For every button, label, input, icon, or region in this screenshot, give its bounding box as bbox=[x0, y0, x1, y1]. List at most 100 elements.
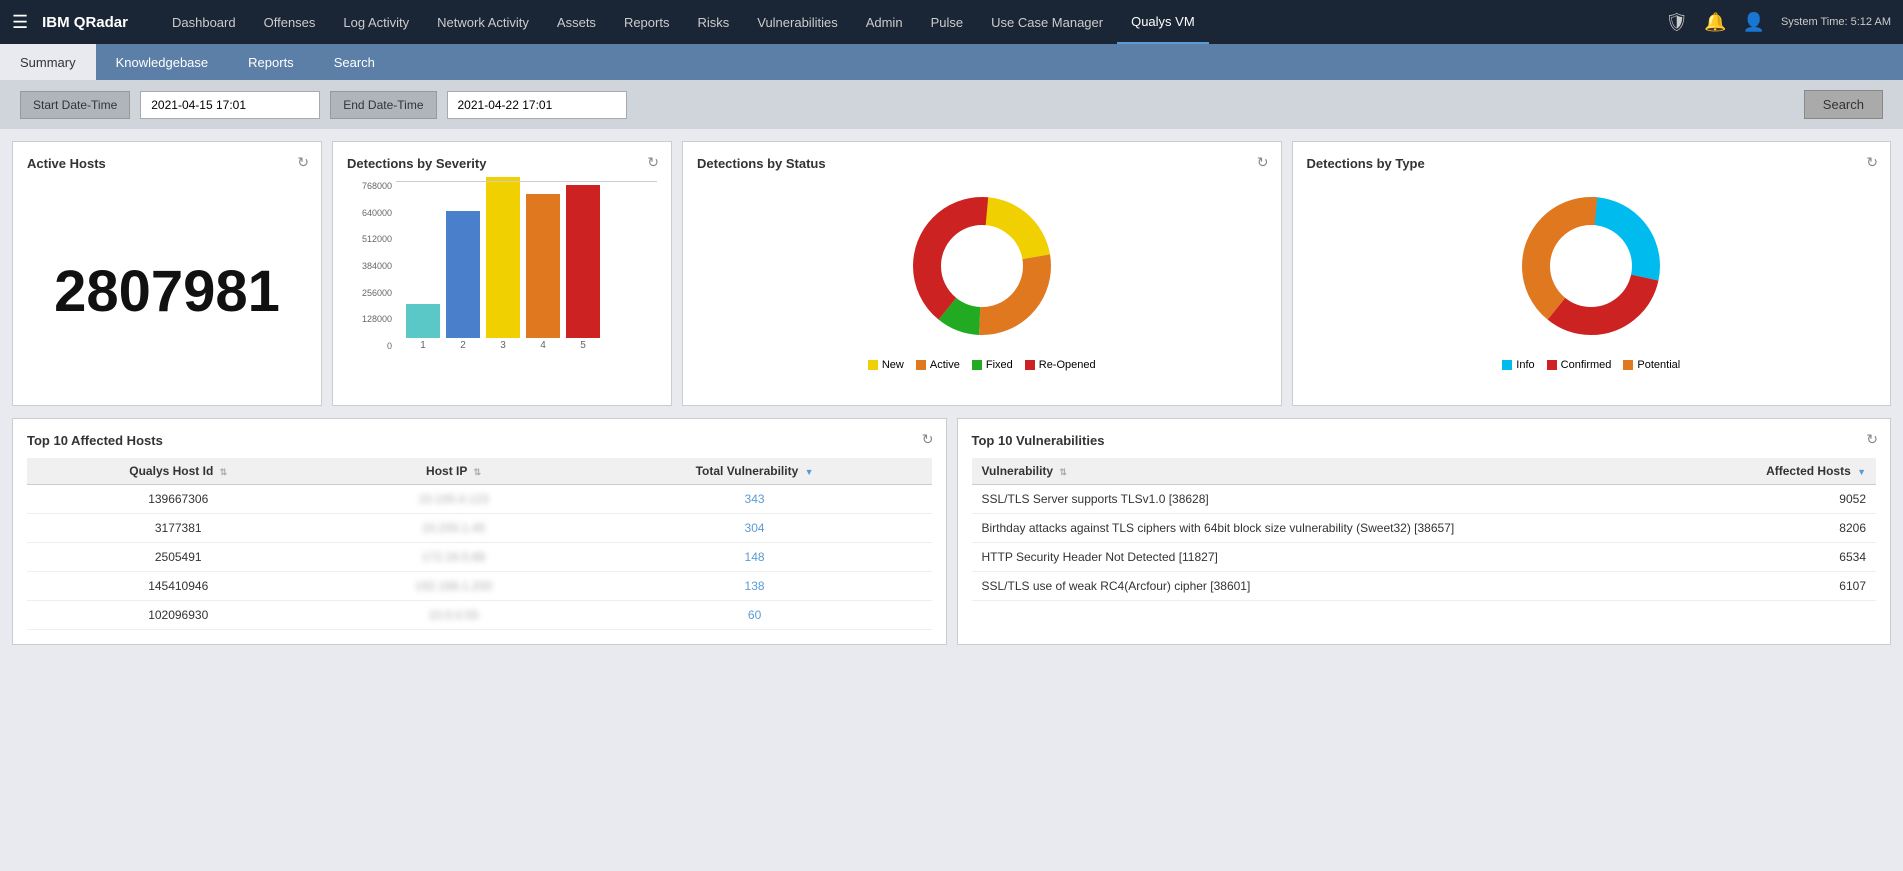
vuln-name-cell: SSL/TLS use of weak RC4(Arcfour) cipher … bbox=[972, 572, 1699, 601]
top-navbar: ☰ IBM QRadar Dashboard Offenses Log Acti… bbox=[0, 0, 1903, 44]
table-row: 3177381 10.200.1.45 304 bbox=[27, 514, 932, 543]
legend-active-label: Active bbox=[930, 359, 960, 371]
legend-info: Info bbox=[1502, 359, 1534, 371]
start-date-input[interactable] bbox=[140, 91, 320, 119]
search-button[interactable]: Search bbox=[1804, 90, 1883, 119]
vuln-row: SSL/TLS Server supports TLSv1.0 [38628] … bbox=[972, 485, 1877, 514]
nav-qualys-vm[interactable]: Qualys VM bbox=[1117, 0, 1209, 44]
th-affected-hosts[interactable]: Affected Hosts bbox=[1699, 458, 1876, 485]
vulnerabilities-title: Top 10 Vulnerabilities bbox=[972, 433, 1877, 448]
nav-assets[interactable]: Assets bbox=[543, 0, 610, 44]
vuln-name-cell: Birthday attacks against TLS ciphers wit… bbox=[972, 514, 1699, 543]
host-ip-cell: 10.0.0.55 bbox=[329, 601, 577, 630]
detections-status-title: Detections by Status bbox=[697, 156, 1267, 171]
bar-5: 5 bbox=[566, 185, 600, 351]
detections-severity-title: Detections by Severity bbox=[347, 156, 657, 171]
vulnerabilities-refresh-icon[interactable]: ↻ bbox=[1866, 431, 1878, 448]
legend-potential: Potential bbox=[1623, 359, 1680, 371]
affected-hosts-refresh-icon[interactable]: ↻ bbox=[922, 431, 934, 448]
datetime-bar: Start Date-Time End Date-Time Search bbox=[0, 80, 1903, 129]
legend-reopened-label: Re-Opened bbox=[1039, 359, 1096, 371]
detections-severity-card: Detections by Severity ↻ 768000 640000 5… bbox=[332, 141, 672, 406]
legend-info-label: Info bbox=[1516, 359, 1534, 371]
status-refresh-icon[interactable]: ↻ bbox=[1257, 154, 1269, 171]
vuln-row: Birthday attacks against TLS ciphers wit… bbox=[972, 514, 1877, 543]
type-donut-chart bbox=[1506, 181, 1676, 351]
y-axis: 768000 640000 512000 384000 256000 12800… bbox=[347, 181, 392, 351]
table-row: 139667306 10.100.4.123 343 bbox=[27, 485, 932, 514]
menu-icon[interactable]: ☰ bbox=[12, 12, 28, 33]
legend-reopened: Re-Opened bbox=[1025, 359, 1096, 371]
nav-right-icons: 🛡 🔔 👤 System Time: 5:12 AM bbox=[1665, 12, 1891, 33]
user-icon[interactable]: 👤 bbox=[1743, 12, 1765, 33]
main-content: Active Hosts ↻ 2807981 Detections by Sev… bbox=[0, 129, 1903, 657]
th-qualys-host-id[interactable]: Qualys Host Id bbox=[27, 458, 329, 485]
vuln-count-cell: 9052 bbox=[1699, 485, 1876, 514]
legend-confirmed-label: Confirmed bbox=[1561, 359, 1612, 371]
bar-3: 3 bbox=[486, 177, 520, 351]
active-hosts-value: 2807981 bbox=[27, 191, 307, 391]
affected-hosts-table: Qualys Host Id Host IP Total Vulnerabili… bbox=[27, 458, 932, 630]
th-total-vulnerability[interactable]: Total Vulnerability bbox=[578, 458, 932, 485]
vuln-header-row: Vulnerability Affected Hosts bbox=[972, 458, 1877, 485]
host-ip-cell: 10.200.1.45 bbox=[329, 514, 577, 543]
bar-2: 2 bbox=[446, 211, 480, 351]
active-hosts-refresh-icon[interactable]: ↻ bbox=[297, 154, 309, 171]
legend-fixed-label: Fixed bbox=[986, 359, 1013, 371]
table-row: 145410946 192.168.1.200 138 bbox=[27, 572, 932, 601]
nav-admin[interactable]: Admin bbox=[852, 0, 917, 44]
tab-search[interactable]: Search bbox=[314, 44, 395, 80]
tab-knowledgebase[interactable]: Knowledgebase bbox=[96, 44, 229, 80]
total-vuln-cell: 343 bbox=[578, 485, 932, 514]
host-id-cell: 145410946 bbox=[27, 572, 329, 601]
nav-links: Dashboard Offenses Log Activity Network … bbox=[158, 0, 1665, 44]
vuln-count-cell: 8206 bbox=[1699, 514, 1876, 543]
host-ip-cell: 172.16.5.88 bbox=[329, 543, 577, 572]
top-cards-row: Active Hosts ↻ 2807981 Detections by Sev… bbox=[12, 141, 1891, 406]
nav-use-case-manager[interactable]: Use Case Manager bbox=[977, 0, 1117, 44]
nav-vulnerabilities[interactable]: Vulnerabilities bbox=[743, 0, 851, 44]
status-legend: New Active Fixed Re-Opened bbox=[868, 359, 1096, 371]
detections-type-card: Detections by Type ↻ Info bbox=[1292, 141, 1892, 406]
nav-reports[interactable]: Reports bbox=[610, 0, 684, 44]
nav-network-activity[interactable]: Network Activity bbox=[423, 0, 543, 44]
bottom-cards-row: Top 10 Affected Hosts ↻ Qualys Host Id H… bbox=[12, 418, 1891, 645]
bell-icon[interactable]: 🔔 bbox=[1704, 12, 1726, 33]
host-id-cell: 3177381 bbox=[27, 514, 329, 543]
legend-active: Active bbox=[916, 359, 960, 371]
type-donut-container: Info Confirmed Potential bbox=[1307, 181, 1877, 371]
tab-summary[interactable]: Summary bbox=[0, 44, 96, 80]
severity-refresh-icon[interactable]: ↻ bbox=[647, 154, 659, 171]
end-date-input[interactable] bbox=[447, 91, 627, 119]
nav-dashboard[interactable]: Dashboard bbox=[158, 0, 250, 44]
vuln-row: HTTP Security Header Not Detected [11827… bbox=[972, 543, 1877, 572]
nav-pulse[interactable]: Pulse bbox=[917, 0, 978, 44]
table-row: 102096930 10.0.0.55 60 bbox=[27, 601, 932, 630]
nav-offenses[interactable]: Offenses bbox=[250, 0, 330, 44]
th-vulnerability[interactable]: Vulnerability bbox=[972, 458, 1699, 485]
detections-type-title: Detections by Type bbox=[1307, 156, 1877, 171]
type-legend: Info Confirmed Potential bbox=[1502, 359, 1680, 371]
host-ip-cell: 10.100.4.123 bbox=[329, 485, 577, 514]
nav-risks[interactable]: Risks bbox=[683, 0, 743, 44]
top-affected-hosts-card: Top 10 Affected Hosts ↻ Qualys Host Id H… bbox=[12, 418, 947, 645]
vuln-name-cell: HTTP Security Header Not Detected [11827… bbox=[972, 543, 1699, 572]
bar-4: 4 bbox=[526, 194, 560, 351]
table-header-row: Qualys Host Id Host IP Total Vulnerabili… bbox=[27, 458, 932, 485]
total-vuln-cell: 60 bbox=[578, 601, 932, 630]
type-refresh-icon[interactable]: ↻ bbox=[1866, 154, 1878, 171]
total-vuln-cell: 138 bbox=[578, 572, 932, 601]
legend-confirmed: Confirmed bbox=[1547, 359, 1612, 371]
host-id-cell: 139667306 bbox=[27, 485, 329, 514]
legend-fixed: Fixed bbox=[972, 359, 1013, 371]
total-vuln-cell: 148 bbox=[578, 543, 932, 572]
tab-reports[interactable]: Reports bbox=[228, 44, 314, 80]
vuln-count-cell: 6107 bbox=[1699, 572, 1876, 601]
nav-log-activity[interactable]: Log Activity bbox=[329, 0, 423, 44]
vuln-row: SSL/TLS use of weak RC4(Arcfour) cipher … bbox=[972, 572, 1877, 601]
host-id-cell: 2505491 bbox=[27, 543, 329, 572]
top-vulnerabilities-card: Top 10 Vulnerabilities ↻ Vulnerability A… bbox=[957, 418, 1892, 645]
th-host-ip[interactable]: Host IP bbox=[329, 458, 577, 485]
table-row: 2505491 172.16.5.88 148 bbox=[27, 543, 932, 572]
status-donut-chart bbox=[897, 181, 1067, 351]
